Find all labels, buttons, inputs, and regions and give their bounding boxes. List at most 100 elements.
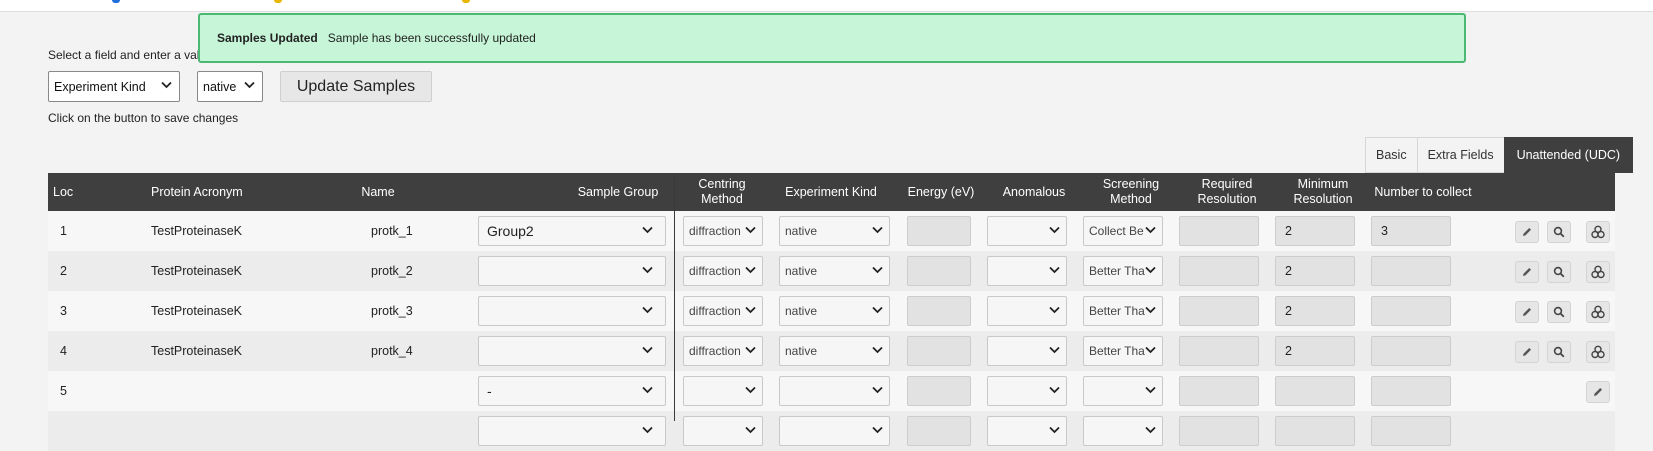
edit-button[interactable] — [1515, 261, 1539, 283]
experiment-kind-select-value: native — [785, 264, 818, 278]
centring-method-select[interactable]: diffraction — [683, 216, 763, 246]
required-resolution-input[interactable] — [1179, 216, 1259, 246]
chevron-down-icon — [1049, 226, 1060, 234]
anomalous-select[interactable] — [987, 376, 1067, 406]
chevron-down-icon — [1049, 426, 1060, 434]
chevron-down-icon — [745, 306, 756, 314]
table-header: Loc Protein Acronym Name Sample Group Ce… — [48, 173, 1615, 211]
experiment-kind-select[interactable]: native — [779, 296, 890, 326]
field-select[interactable]: Experiment Kind — [48, 71, 180, 102]
top-navigation-strip — [0, 0, 1653, 12]
notification-title: Samples Updated — [217, 31, 318, 45]
energy-input[interactable] — [907, 216, 971, 246]
view-button[interactable] — [1547, 221, 1571, 243]
number-to-collect-input[interactable] — [1371, 336, 1451, 366]
view-button[interactable] — [1547, 301, 1571, 323]
edit-button[interactable] — [1586, 381, 1610, 403]
centring-method-select-value: diffraction — [689, 224, 741, 238]
number-to-collect-input[interactable]: 3 — [1371, 216, 1451, 246]
experiment-kind-select[interactable]: native — [779, 336, 890, 366]
chevron-down-icon — [872, 386, 883, 394]
notification-message: Sample has been successfully updated — [327, 31, 536, 45]
chevron-down-icon — [745, 386, 756, 394]
required-resolution-input[interactable] — [1179, 296, 1259, 326]
logo-mark-yellow-2 — [462, 0, 470, 3]
tab-unattended-udc[interactable]: Unattended (UDC) — [1503, 137, 1634, 173]
energy-input[interactable] — [907, 376, 971, 406]
edit-button[interactable] — [1515, 341, 1539, 363]
chevron-down-icon — [642, 266, 653, 274]
chevron-down-icon — [1145, 386, 1156, 394]
chevron-down-icon — [745, 226, 756, 234]
pencil-icon — [1523, 268, 1531, 276]
minimum-resolution-input[interactable] — [1275, 376, 1355, 406]
required-resolution-input[interactable] — [1179, 256, 1259, 286]
pencil-icon — [1523, 228, 1531, 236]
containers-button[interactable] — [1586, 261, 1610, 283]
sample-group-select[interactable] — [478, 256, 666, 286]
containers-button[interactable] — [1586, 221, 1610, 243]
header-minimum-resolution: Minimum Resolution — [1293, 177, 1353, 206]
success-notification: Samples Updated Sample has been successf… — [198, 13, 1466, 63]
number-to-collect-input[interactable] — [1371, 296, 1451, 326]
header-screening-method: Screening Method — [1102, 177, 1160, 206]
protein-acronym-cell: TestProteinaseK — [151, 344, 243, 358]
header-experiment-kind: Experiment Kind — [785, 184, 877, 199]
required-resolution-input[interactable] — [1179, 336, 1259, 366]
anomalous-select[interactable] — [987, 336, 1067, 366]
chevron-down-icon — [872, 346, 883, 354]
screening-method-select[interactable] — [1083, 376, 1163, 406]
experiment-kind-select[interactable]: native — [779, 256, 890, 286]
energy-input[interactable] — [907, 256, 971, 286]
magnifier-icon — [1553, 266, 1565, 278]
edit-button[interactable] — [1515, 221, 1539, 243]
anomalous-select[interactable] — [987, 296, 1067, 326]
anomalous-select[interactable] — [987, 216, 1067, 246]
chevron-down-icon — [1145, 266, 1156, 274]
sample-group-select[interactable]: - — [478, 376, 666, 406]
energy-input[interactable] — [907, 336, 971, 366]
logo-mark-blue — [112, 0, 120, 3]
number-to-collect-input[interactable] — [1371, 256, 1451, 286]
anomalous-select[interactable] — [987, 256, 1067, 286]
experiment-kind-select-value: native — [785, 304, 818, 318]
minimum-resolution-input[interactable]: 2 — [1275, 256, 1355, 286]
experiment-kind-select[interactable] — [779, 376, 890, 406]
minimum-resolution-input[interactable]: 2 — [1275, 296, 1355, 326]
sample-group-select[interactable] — [478, 336, 666, 366]
chevron-down-icon — [642, 386, 653, 394]
experiment-kind-select[interactable]: native — [779, 216, 890, 246]
tab-basic[interactable]: Basic — [1365, 137, 1418, 173]
tab-extra-fields[interactable]: Extra Fields — [1416, 137, 1505, 173]
containers-button[interactable] — [1586, 301, 1610, 323]
centring-method-select[interactable]: diffraction — [683, 296, 763, 326]
chevron-down-icon — [1145, 346, 1156, 354]
name-cell: protk_1 — [371, 224, 413, 238]
edit-button[interactable] — [1515, 301, 1539, 323]
required-resolution-input[interactable] — [1179, 376, 1259, 406]
table-row: 1 TestProteinaseK protk_1 Group2 diffraction… — [48, 211, 1615, 251]
sample-group-select[interactable] — [478, 296, 666, 326]
screening-method-select-value: Better Tha — [1089, 304, 1145, 318]
save-hint-text: Click on the button to save changes — [48, 111, 239, 125]
screening-method-select[interactable]: Better Tha — [1083, 336, 1163, 366]
number-to-collect-input[interactable] — [1371, 376, 1451, 406]
column-divider — [674, 173, 675, 421]
containers-button[interactable] — [1586, 341, 1610, 363]
view-button[interactable] — [1547, 261, 1571, 283]
update-samples-button[interactable]: Update Samples — [280, 71, 432, 102]
sample-group-select[interactable]: Group2 — [478, 216, 666, 246]
view-button[interactable] — [1547, 341, 1571, 363]
centring-method-select[interactable]: diffraction — [683, 256, 763, 286]
centring-method-select[interactable]: diffraction — [683, 336, 763, 366]
screening-method-select[interactable]: Better Tha — [1083, 296, 1163, 326]
value-select[interactable]: native — [197, 71, 263, 102]
screening-method-select[interactable]: Better Tha — [1083, 256, 1163, 286]
energy-input[interactable] — [907, 296, 971, 326]
minimum-resolution-input[interactable]: 2 — [1275, 216, 1355, 246]
screening-method-select-value: Better Tha — [1089, 264, 1145, 278]
header-protein-acronym: Protein Acronym — [151, 184, 243, 199]
screening-method-select[interactable]: Collect Be — [1083, 216, 1163, 246]
centring-method-select[interactable] — [683, 376, 763, 406]
minimum-resolution-input[interactable]: 2 — [1275, 336, 1355, 366]
